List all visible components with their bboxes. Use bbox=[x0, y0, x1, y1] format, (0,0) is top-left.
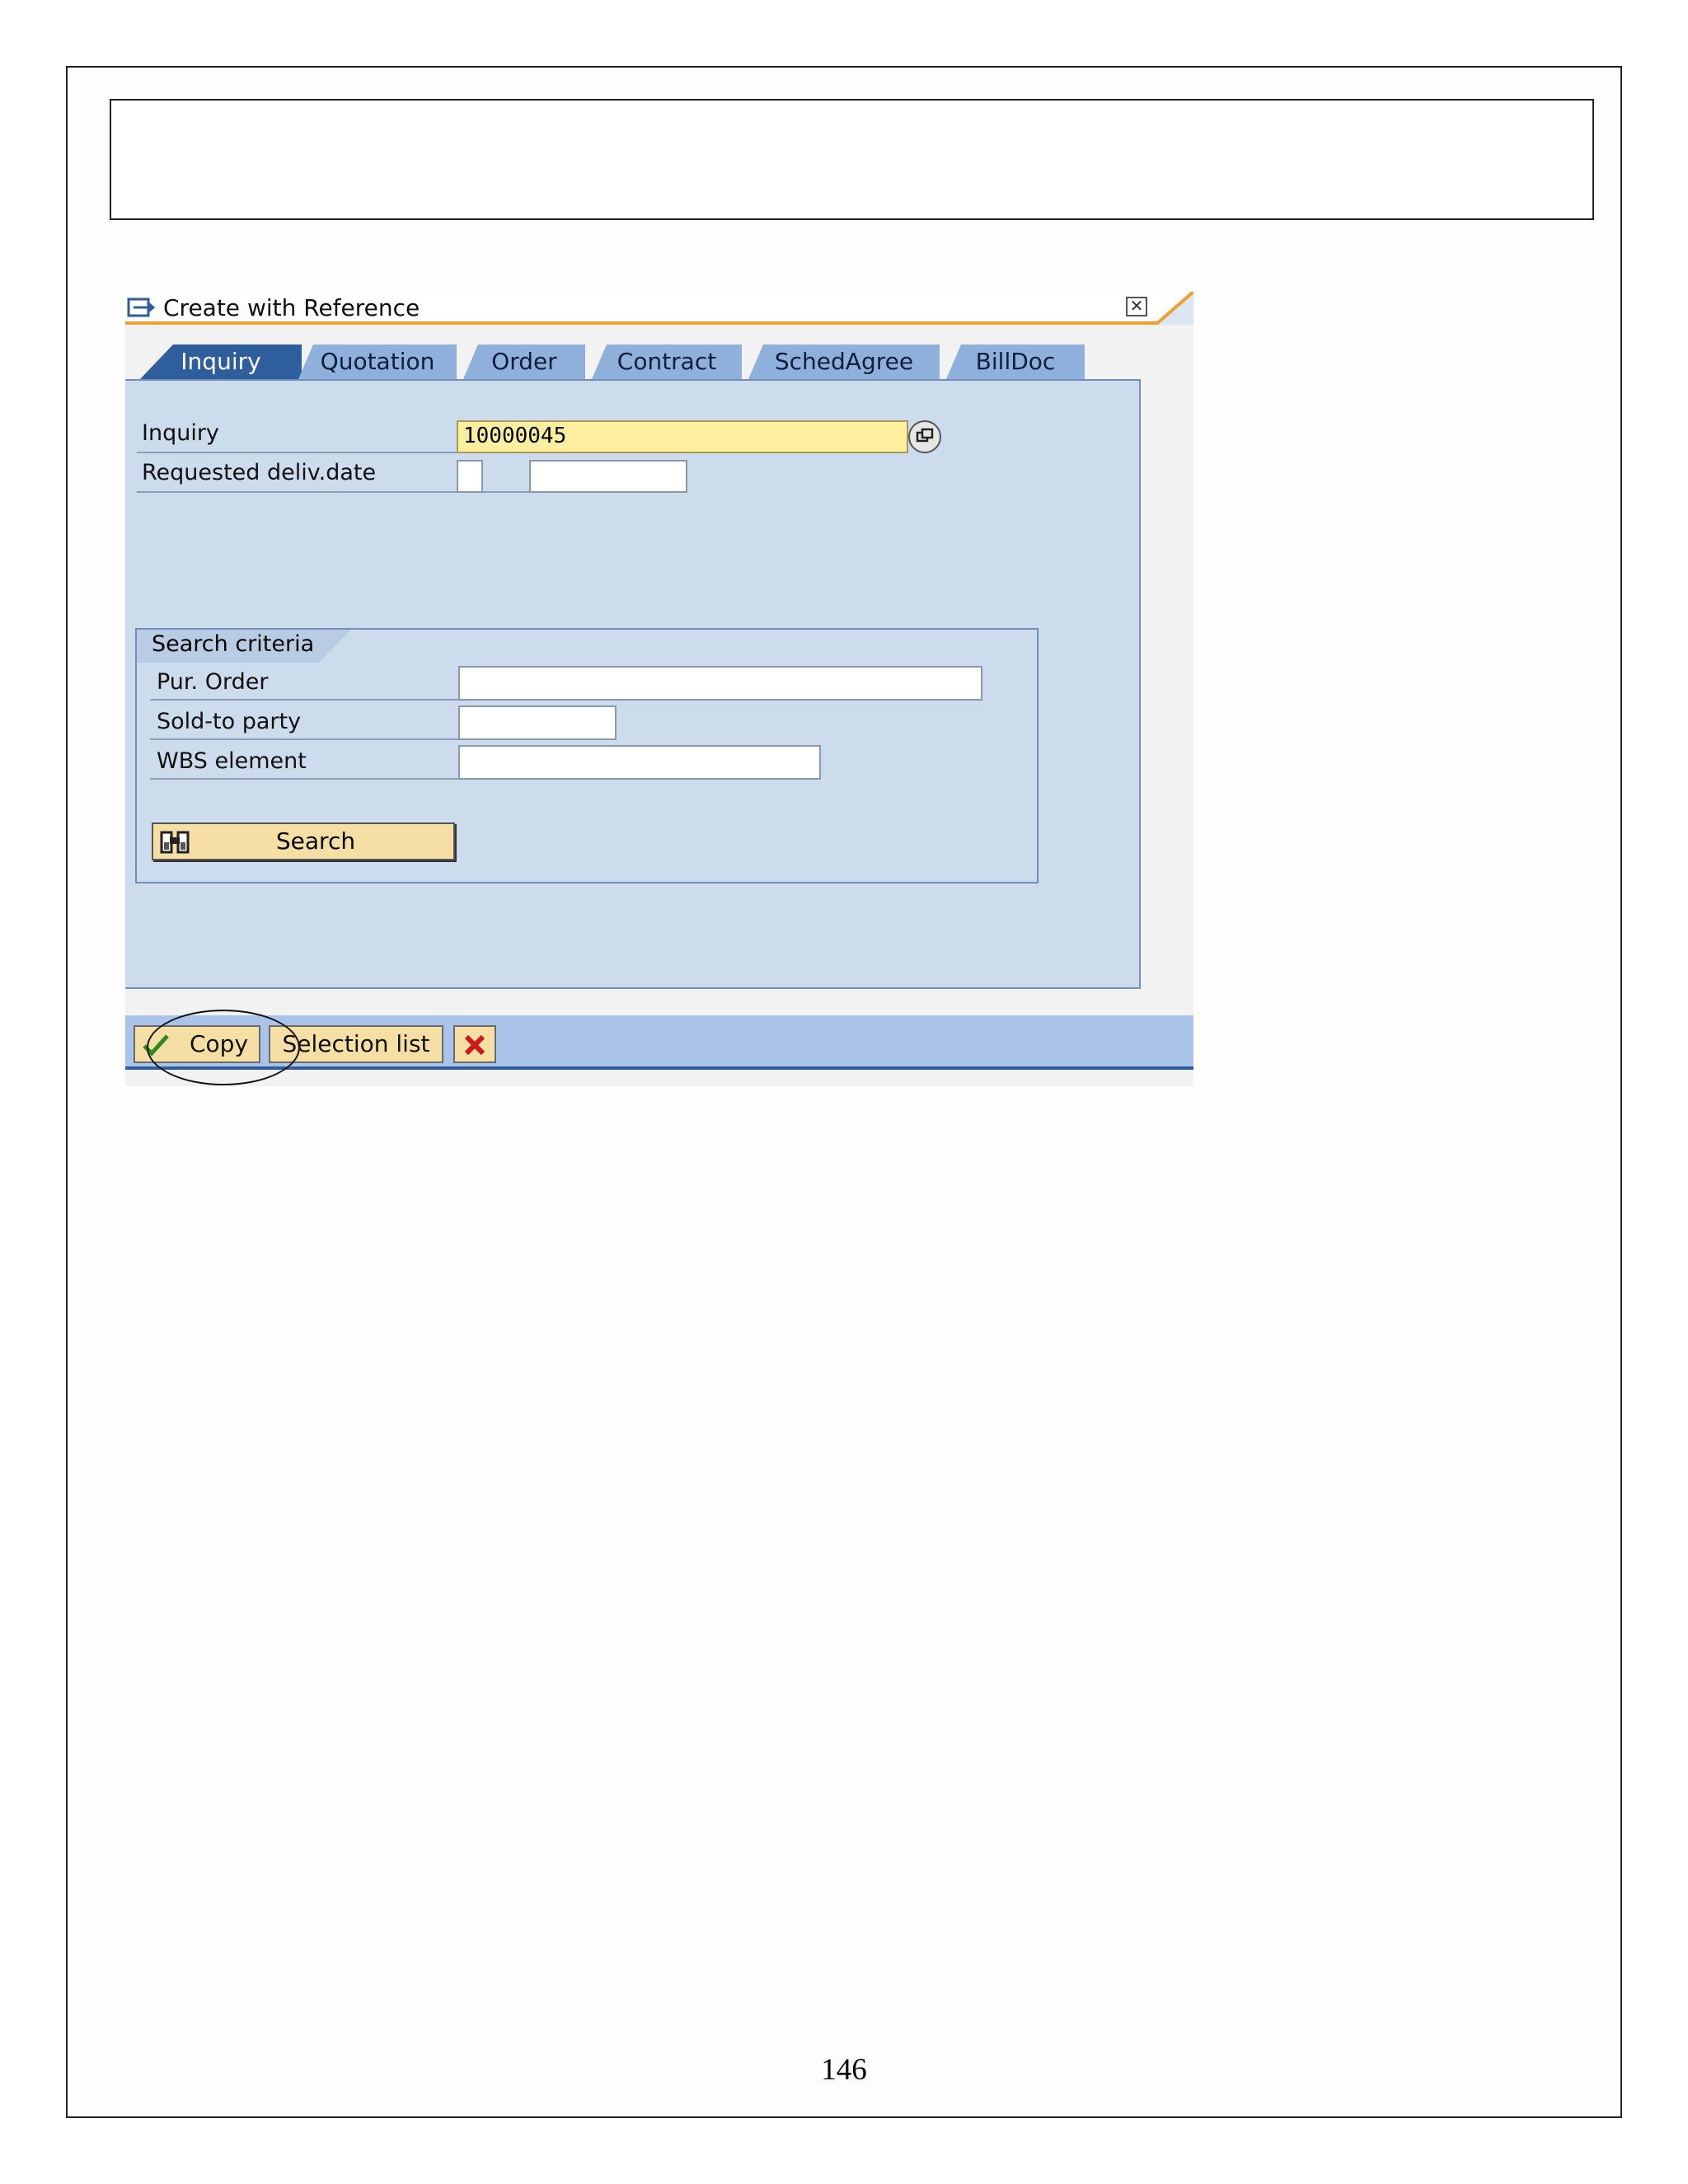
inquiry-tab-panel: Inquiry 10000045 Requested deliv.date Se… bbox=[125, 379, 1141, 989]
sold-to-underline bbox=[150, 738, 462, 740]
search-criteria-group: Search criteria Pur. Order Sold-to party… bbox=[135, 628, 1039, 883]
wbs-element-field[interactable] bbox=[458, 745, 821, 780]
close-icon[interactable]: ✕ bbox=[1126, 297, 1147, 316]
req-date-label-underline bbox=[137, 491, 585, 493]
wbs-element-label: WBS element bbox=[157, 748, 307, 774]
search-criteria-title-text: Search criteria bbox=[152, 631, 315, 657]
cancel-button[interactable] bbox=[453, 1025, 496, 1063]
dialog-titlebar: Create with Reference ✕ bbox=[125, 292, 1193, 325]
search-button[interactable]: Search bbox=[152, 823, 455, 860]
search-button-label: Search bbox=[275, 827, 356, 855]
tab-strip: Inquiry Quotation Order Contract SchedAg… bbox=[140, 344, 1212, 379]
pur-order-underline bbox=[150, 699, 462, 701]
cancel-x-icon bbox=[464, 1034, 485, 1056]
dialog-title: Create with Reference bbox=[163, 294, 420, 321]
sold-to-party-label: Sold-to party bbox=[157, 709, 302, 734]
title-corner-decoration bbox=[1156, 292, 1193, 325]
wbs-underline bbox=[150, 778, 462, 780]
pur-order-label: Pur. Order bbox=[157, 669, 269, 695]
tab-quotation[interactable]: Quotation bbox=[298, 344, 457, 379]
search-help-icon[interactable] bbox=[908, 420, 941, 453]
header-box bbox=[110, 99, 1594, 220]
tab-order[interactable]: Order bbox=[463, 344, 585, 379]
tab-inquiry[interactable]: Inquiry bbox=[140, 344, 302, 379]
inquiry-label: Inquiry bbox=[142, 420, 219, 446]
search-criteria-title: Search criteria bbox=[137, 630, 351, 663]
deliv-date-type-field[interactable] bbox=[457, 460, 483, 493]
deliv-date-field[interactable] bbox=[529, 460, 687, 493]
tab-contract[interactable]: Contract bbox=[592, 344, 742, 379]
inquiry-number-field[interactable]: 10000045 bbox=[457, 420, 908, 453]
dialog-window-icon bbox=[127, 298, 155, 317]
create-with-reference-dialog: Create with Reference ✕ Inquiry Quotatio… bbox=[125, 292, 1193, 1086]
sold-to-party-field[interactable] bbox=[458, 705, 617, 740]
tab-billdoc[interactable]: BillDoc bbox=[946, 344, 1085, 379]
copy-highlight-circle bbox=[147, 1010, 300, 1085]
tab-schedagree[interactable]: SchedAgree bbox=[748, 344, 940, 379]
requested-deliv-date-label: Requested deliv.date bbox=[142, 460, 377, 485]
page-number: 146 bbox=[821, 2053, 867, 2087]
pur-order-field[interactable] bbox=[458, 666, 982, 701]
